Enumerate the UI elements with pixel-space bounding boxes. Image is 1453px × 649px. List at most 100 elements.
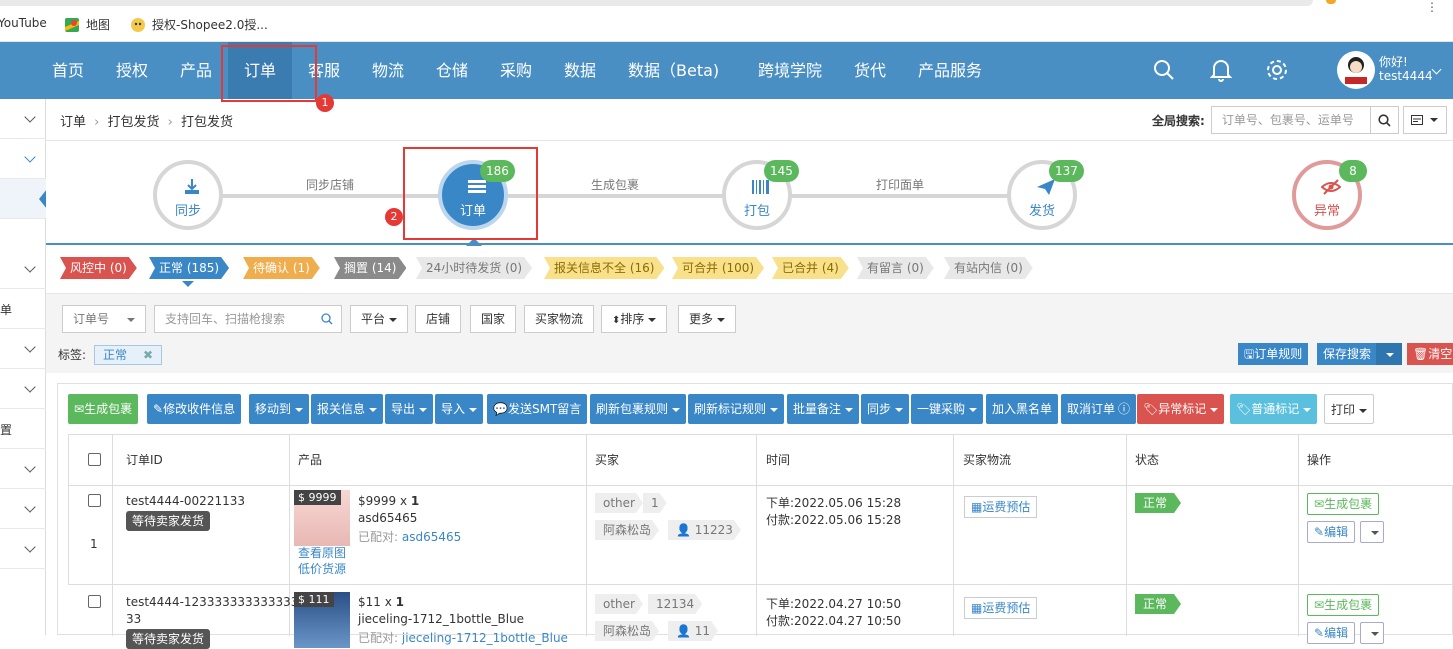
- row-edit-dropdown[interactable]: [1360, 521, 1384, 543]
- product-thumbnail[interactable]: $ 111: [294, 592, 350, 648]
- sidebar-item[interactable]: [0, 249, 46, 289]
- nav-purchase[interactable]: 采购: [500, 42, 532, 99]
- blacklist-button[interactable]: 加入黑名单: [986, 394, 1059, 424]
- freight-estimate-button[interactable]: ▦运费预估: [964, 597, 1038, 619]
- one-click-purchase-button[interactable]: 一键采购: [911, 394, 984, 424]
- bookmark-map[interactable]: 地图: [64, 16, 110, 33]
- country-filter[interactable]: 国家: [470, 305, 517, 333]
- global-search-input[interactable]: 订单号、包裹号、运单号: [1210, 106, 1371, 134]
- bookmark-shopee-auth[interactable]: 授权-Shopee2.0授...: [130, 16, 268, 33]
- nav-auth[interactable]: 授权: [116, 42, 148, 99]
- more-dropdown[interactable]: 更多: [678, 305, 737, 333]
- nav-home[interactable]: 首页: [52, 42, 84, 99]
- edit-recipient-button[interactable]: ✎修改收件信息: [147, 394, 242, 424]
- sidebar-item[interactable]: 单: [0, 289, 46, 329]
- nav-data[interactable]: 数据: [564, 42, 596, 99]
- order-no-select[interactable]: 订单号: [62, 305, 146, 333]
- flow-link-sync-shop[interactable]: 同步店铺: [306, 176, 354, 193]
- avatar[interactable]: [1337, 51, 1375, 89]
- menu-dots-icon[interactable]: ⋮: [1426, 0, 1438, 14]
- sidebar-item[interactable]: [0, 369, 46, 409]
- order-id[interactable]: test4444-00221133: [126, 494, 245, 508]
- exception-mark-button[interactable]: 🏷异常标记: [1137, 394, 1225, 424]
- batch-note-button[interactable]: 批量备注: [787, 394, 860, 424]
- flow-link-print-label[interactable]: 打印面单: [876, 176, 924, 193]
- matched-sku-link[interactable]: asd65465: [402, 530, 461, 544]
- freight-estimate-button[interactable]: ▦运费预估: [964, 496, 1038, 518]
- import-button[interactable]: 导入: [435, 394, 484, 424]
- print-button[interactable]: 打印: [1324, 394, 1375, 424]
- bell-icon[interactable]: [1210, 58, 1232, 82]
- extension-icon[interactable]: [1326, 0, 1336, 4]
- generate-package-button[interactable]: ✉生成包裹: [68, 394, 139, 424]
- nav-forwarder[interactable]: 货代: [854, 42, 886, 99]
- nav-product-service[interactable]: 产品服务: [918, 42, 982, 99]
- view-image-link[interactable]: 查看原图: [298, 544, 346, 561]
- sidebar-item[interactable]: [0, 329, 46, 369]
- search-type-dropdown[interactable]: [1402, 106, 1447, 134]
- product-thumbnail[interactable]: $ 9999: [294, 490, 350, 546]
- nav-warehouse[interactable]: 仓储: [436, 42, 468, 99]
- row-edit-button[interactable]: ✎编辑: [1307, 521, 1356, 543]
- low-price-source-link[interactable]: 低价货源: [298, 560, 346, 577]
- global-search-button[interactable]: [1370, 106, 1399, 134]
- row-edit-dropdown[interactable]: [1360, 622, 1384, 644]
- search-icon[interactable]: [1153, 59, 1175, 81]
- move-to-button[interactable]: 移动到: [249, 394, 310, 424]
- buyer-logistics-filter[interactable]: 买家物流: [524, 305, 595, 333]
- sidebar-item[interactable]: [0, 529, 46, 569]
- clear-button[interactable]: 🗑清空: [1407, 343, 1453, 365]
- flow-link-generate-package[interactable]: 生成包裹: [591, 176, 639, 193]
- gear-icon[interactable]: [1265, 58, 1289, 82]
- sync-button[interactable]: 同步: [861, 394, 910, 424]
- matched-sku-link[interactable]: jieceling-1712_1bottle_Blue: [402, 631, 568, 645]
- tag-normal[interactable]: 正常 (185): [149, 257, 229, 279]
- tag-merged[interactable]: 已合并 (4): [772, 257, 849, 279]
- sidebar-item[interactable]: [0, 99, 46, 139]
- close-icon[interactable]: ✖: [143, 348, 153, 362]
- row-generate-package-button[interactable]: ✉生成包裹: [1307, 493, 1380, 515]
- customs-info-button[interactable]: 报关信息: [311, 394, 384, 424]
- order-id[interactable]: test4444-123333333333333: [126, 595, 298, 609]
- user-menu-chevron-icon[interactable]: [1431, 64, 1442, 75]
- sort-dropdown[interactable]: ⬍排序: [601, 305, 668, 333]
- save-search-dropdown[interactable]: [1376, 343, 1402, 365]
- tag-mergeable[interactable]: 可合并 (100): [672, 257, 764, 279]
- normal-mark-button[interactable]: 🏷普通标记: [1230, 394, 1318, 424]
- tag-on-hold[interactable]: 搁置 (14): [334, 257, 406, 279]
- refresh-mark-rule-button[interactable]: 刷新标记规则: [688, 394, 785, 424]
- send-smt-message-button[interactable]: 💬发送SMT留言: [487, 394, 588, 424]
- refresh-package-rule-button[interactable]: 刷新包裹规则: [590, 394, 687, 424]
- sidebar-item-active[interactable]: [0, 179, 47, 219]
- cancel-order-button[interactable]: 取消订单 ⓘ: [1061, 394, 1137, 424]
- nav-data-beta[interactable]: 数据（Beta): [628, 42, 719, 99]
- nav-logistics[interactable]: 物流: [372, 42, 404, 99]
- tag-risk-control[interactable]: 风控中 (0): [60, 257, 137, 279]
- sidebar-item[interactable]: [0, 139, 46, 179]
- nav-products[interactable]: 产品: [180, 42, 212, 99]
- bookmark-youtube[interactable]: YouTube: [0, 16, 47, 30]
- export-button[interactable]: 导出: [385, 394, 434, 424]
- sidebar-item[interactable]: [0, 489, 46, 529]
- platform-filter[interactable]: 平台: [350, 305, 409, 333]
- breadcrumb-pack-ship[interactable]: 打包发货: [108, 115, 160, 130]
- order-rule-button[interactable]: 🖫订单规则: [1238, 343, 1309, 365]
- nav-academy[interactable]: 跨境学院: [758, 42, 822, 99]
- sidebar-item[interactable]: 置: [0, 409, 46, 449]
- sidebar-item[interactable]: [0, 449, 46, 489]
- order-search-input[interactable]: 支持回车、扫描枪搜索: [154, 305, 342, 333]
- shop-filter[interactable]: 店铺: [415, 305, 462, 333]
- row-generate-package-button[interactable]: ✉生成包裹: [1307, 594, 1380, 616]
- tag-24h-ship[interactable]: 24小时待发货 (0): [416, 257, 532, 279]
- row-edit-button[interactable]: ✎编辑: [1307, 622, 1356, 644]
- tag-has-message[interactable]: 有留言 (0): [857, 257, 934, 279]
- tag-customs-incomplete[interactable]: 报关信息不全 (16): [544, 257, 664, 279]
- row-checkbox[interactable]: [88, 595, 101, 608]
- tag-has-site-message[interactable]: 有站内信 (0): [944, 257, 1033, 279]
- step-sync[interactable]: 同步: [153, 160, 223, 230]
- tag-pending-confirm[interactable]: 待确认 (1): [243, 257, 320, 279]
- select-all-checkbox[interactable]: [88, 453, 101, 466]
- breadcrumb-orders[interactable]: 订单: [60, 115, 86, 130]
- row-checkbox[interactable]: [88, 494, 101, 507]
- save-search-button[interactable]: 保存搜索: [1317, 343, 1378, 365]
